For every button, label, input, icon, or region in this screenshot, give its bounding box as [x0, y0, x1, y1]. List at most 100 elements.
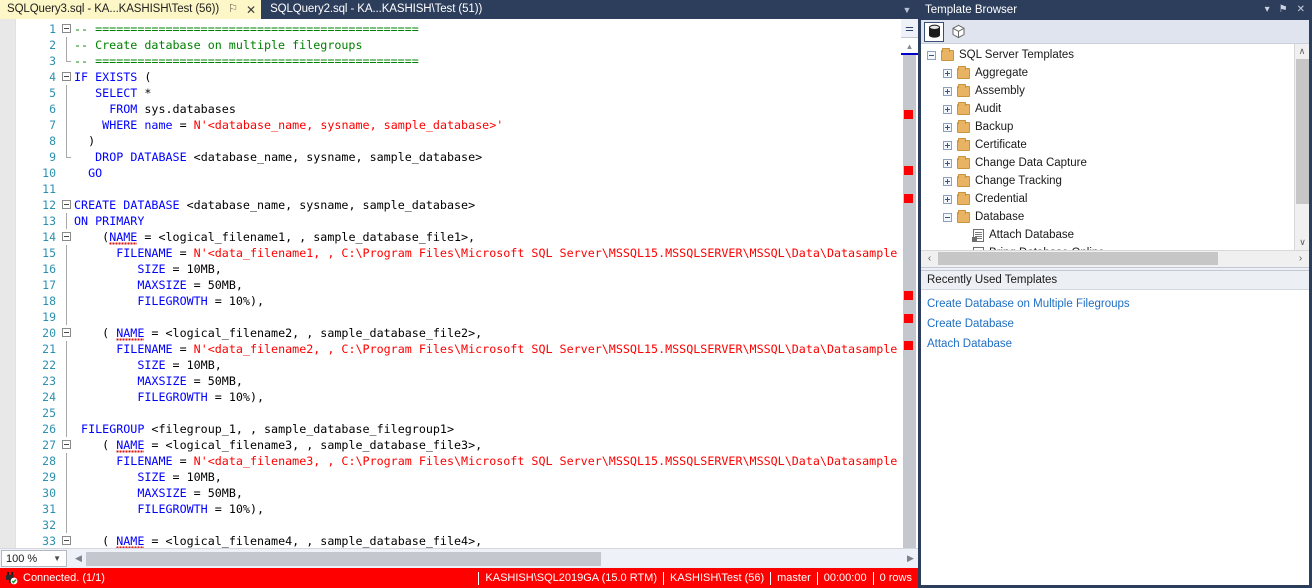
fold-marker[interactable] — [60, 405, 74, 421]
code-folding-column[interactable] — [60, 19, 74, 548]
scroll-left-icon[interactable]: ◀ — [71, 553, 86, 564]
chevron-down-icon[interactable]: ▼ — [53, 554, 61, 563]
code-line[interactable]: SELECT * — [74, 85, 901, 101]
recently-used-item[interactable]: Create Database — [927, 314, 1309, 334]
fold-marker[interactable] — [60, 501, 74, 517]
fold-marker[interactable] — [60, 485, 74, 501]
code-line[interactable]: ON PRIMARY — [74, 213, 901, 229]
fold-marker[interactable] — [60, 517, 74, 533]
close-icon[interactable]: ✕ — [1297, 4, 1305, 15]
template-tree-list[interactable]: SQL Server Templates Aggregate Assembly Aud… — [921, 44, 1294, 250]
code-line[interactable]: SIZE = 10MB, — [74, 469, 901, 485]
code-line[interactable]: FILEGROWTH = 10%), — [74, 501, 901, 517]
cube-templates-icon[interactable] — [948, 22, 968, 42]
code-line[interactable]: -- =====================================… — [74, 21, 901, 37]
code-line[interactable]: FILEGROWTH = 10%), — [74, 293, 901, 309]
tree-template-attach-database[interactable]: Attach Database — [921, 226, 1294, 244]
expand-expander-icon[interactable] — [943, 158, 952, 168]
code-line[interactable]: SIZE = 10MB, — [74, 357, 901, 373]
recently-used-item[interactable]: Attach Database — [927, 334, 1309, 354]
code-line[interactable] — [74, 181, 901, 197]
fold-marker[interactable] — [60, 85, 74, 101]
fold-marker[interactable] — [60, 309, 74, 325]
tree-hscroll-track[interactable] — [938, 252, 1292, 265]
code-line[interactable]: ( NAME = <logical_filename2, , sample_da… — [74, 325, 901, 341]
expand-expander-icon[interactable] — [943, 86, 952, 96]
tree-folder-credential[interactable]: Credential — [921, 190, 1294, 208]
scroll-up-icon[interactable]: ∧ — [1295, 44, 1309, 59]
pin-icon[interactable]: ⚑ — [1279, 4, 1288, 15]
scroll-left-icon[interactable]: ‹ — [921, 253, 938, 264]
expand-expander-icon[interactable] — [943, 104, 952, 114]
tab-sqlquery2[interactable]: SQLQuery2.sql - KA...KASHISH\Test (51)) — [261, 0, 492, 19]
collapse-expander-icon[interactable] — [927, 50, 936, 60]
fold-marker[interactable] — [60, 21, 74, 37]
sql-code-text[interactable]: -- =====================================… — [74, 19, 901, 548]
editor-horizontal-scrollbar[interactable]: ◀ ▶ — [71, 549, 918, 568]
template-tree[interactable]: SQL Server Templates Aggregate Assembly Aud… — [921, 44, 1309, 250]
code-line[interactable]: DROP DATABASE <database_name, sysname, s… — [74, 149, 901, 165]
error-marker[interactable] — [904, 314, 913, 323]
tree-folder-sql-server-templates[interactable]: SQL Server Templates — [921, 46, 1294, 64]
code-line[interactable] — [74, 309, 901, 325]
indicator-margin[interactable] — [0, 19, 16, 548]
code-line[interactable]: MAXSIZE = 50MB, — [74, 277, 901, 293]
fold-marker[interactable] — [60, 53, 74, 69]
error-marker[interactable] — [904, 341, 913, 350]
database-templates-icon[interactable] — [924, 21, 944, 42]
fold-marker[interactable] — [60, 277, 74, 293]
fold-marker[interactable] — [60, 197, 74, 213]
code-line[interactable]: FILEGROWTH = 10%), — [74, 389, 901, 405]
error-marker[interactable] — [904, 194, 913, 203]
code-line[interactable]: MAXSIZE = 50MB, — [74, 485, 901, 501]
scroll-right-icon[interactable]: ▶ — [903, 553, 918, 564]
code-line[interactable]: -- =====================================… — [74, 53, 901, 69]
chevron-down-icon[interactable]: ▾ — [1265, 4, 1270, 15]
tree-scrollbar-thumb[interactable] — [1296, 59, 1309, 204]
code-line[interactable]: ) — [74, 133, 901, 149]
recently-used-list[interactable]: Create Database on Multiple Filegroups Cr… — [921, 289, 1309, 380]
tree-folder-assembly[interactable]: Assembly — [921, 82, 1294, 100]
code-line[interactable]: -- Create database on multiple filegroup… — [74, 37, 901, 53]
code-line[interactable]: ( NAME = <logical_filename3, , sample_da… — [74, 437, 901, 453]
collapse-expander-icon[interactable] — [943, 212, 952, 222]
code-line[interactable]: MAXSIZE = 50MB, — [74, 373, 901, 389]
tree-folder-certificate[interactable]: Certificate — [921, 136, 1294, 154]
code-line[interactable]: CREATE DATABASE <database_name, sysname,… — [74, 197, 901, 213]
code-line[interactable]: (NAME = <logical_filename1, , sample_dat… — [74, 229, 901, 245]
expand-expander-icon[interactable] — [943, 122, 952, 132]
fold-marker[interactable] — [60, 437, 74, 453]
code-line[interactable]: FILENAME = N'<data_filename2, , C:\Progr… — [74, 341, 901, 357]
error-marker[interactable] — [904, 291, 913, 300]
editor-vertical-scrollbar[interactable]: ▲ — [901, 38, 918, 548]
tree-folder-backup[interactable]: Backup — [921, 118, 1294, 136]
code-line[interactable]: FROM sys.databases — [74, 101, 901, 117]
code-line[interactable]: FILENAME = N'<data_filename3, , C:\Progr… — [74, 453, 901, 469]
fold-marker[interactable] — [60, 373, 74, 389]
fold-marker[interactable] — [60, 149, 74, 165]
code-line[interactable]: ( NAME = <logical_filename4, , sample_da… — [74, 533, 901, 548]
fold-marker[interactable] — [60, 341, 74, 357]
fold-marker[interactable] — [60, 421, 74, 437]
expand-expander-icon[interactable] — [943, 194, 952, 204]
close-icon[interactable]: ✕ — [246, 4, 256, 16]
tree-folder-change-tracking[interactable]: Change Tracking — [921, 172, 1294, 190]
hscroll-track[interactable] — [86, 551, 903, 566]
fold-marker[interactable] — [60, 533, 74, 548]
scrollbar-thumb[interactable] — [903, 55, 916, 548]
tree-folder-aggregate[interactable]: Aggregate — [921, 64, 1294, 82]
scroll-up-icon[interactable]: ▲ — [903, 40, 916, 52]
code-line[interactable]: GO — [74, 165, 901, 181]
fold-marker[interactable] — [60, 181, 74, 197]
fold-marker[interactable] — [60, 133, 74, 149]
fold-marker[interactable] — [60, 453, 74, 469]
zoom-level-combo[interactable]: 100 % ▼ — [1, 550, 67, 567]
code-line[interactable] — [74, 405, 901, 421]
expand-expander-icon[interactable] — [943, 68, 952, 78]
expand-expander-icon[interactable] — [943, 140, 952, 150]
fold-marker[interactable] — [60, 37, 74, 53]
fold-marker[interactable] — [60, 469, 74, 485]
code-line[interactable]: FILENAME = N'<data_filename1, , C:\Progr… — [74, 245, 901, 261]
pin-icon[interactable]: ⚐ — [228, 4, 238, 15]
fold-marker[interactable] — [60, 165, 74, 181]
